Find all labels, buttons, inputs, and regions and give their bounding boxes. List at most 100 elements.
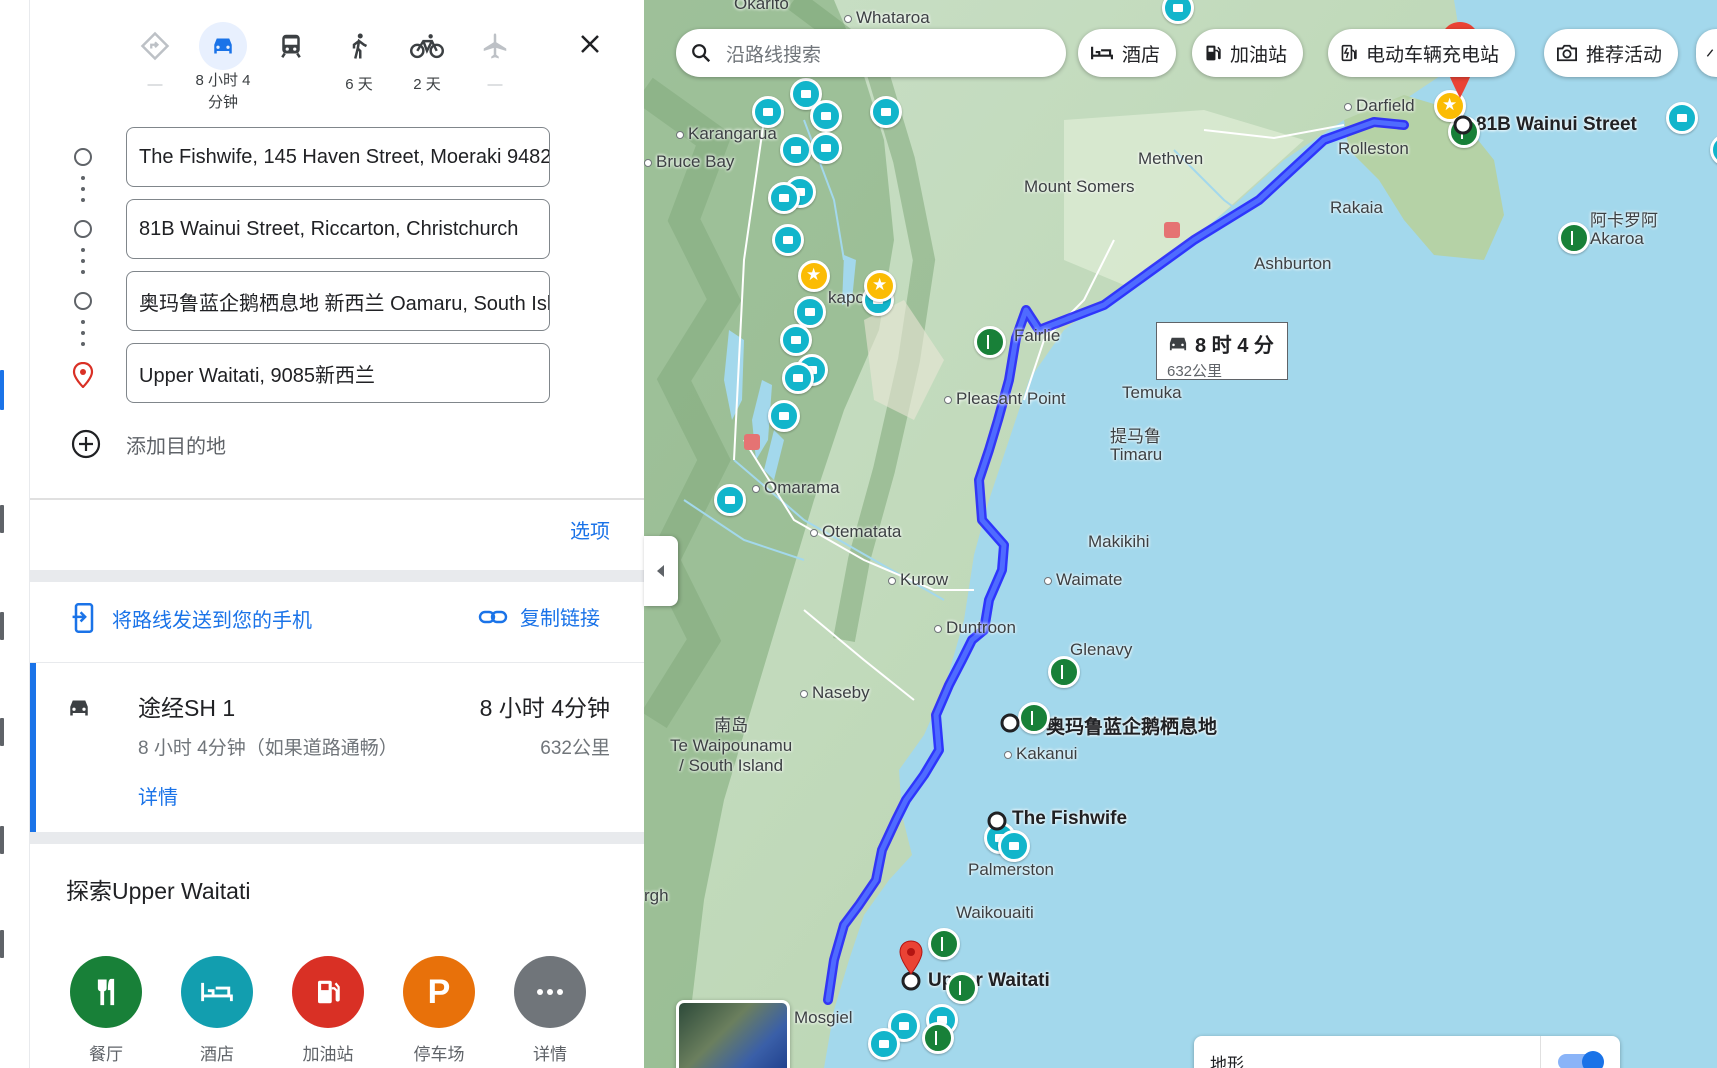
waypoint-input-3[interactable]: 奥玛鲁蓝企鹅栖息地 新西兰 Oamaru, South Island bbox=[126, 271, 550, 331]
place-label: kapo bbox=[828, 288, 865, 307]
map-flag-pin[interactable] bbox=[974, 326, 1006, 358]
map-poi-pin[interactable] bbox=[752, 96, 784, 128]
map-flag-pin[interactable] bbox=[928, 928, 960, 960]
train-icon bbox=[281, 34, 301, 58]
parking-icon: P bbox=[427, 972, 451, 1011]
place-label: Omarama bbox=[752, 478, 840, 498]
map-saved-pin[interactable] bbox=[798, 260, 830, 292]
bike-icon bbox=[410, 34, 444, 59]
destination-input[interactable]: Upper Waitati, 9085新西兰 bbox=[126, 343, 550, 403]
chip-ev-charging[interactable]: 电动车辆充电站 bbox=[1328, 29, 1516, 77]
chip-label: 加油站 bbox=[1230, 44, 1288, 66]
map-poi-pin[interactable] bbox=[768, 400, 800, 432]
map-poi-pin[interactable] bbox=[810, 132, 842, 164]
map-poi-pin[interactable] bbox=[1666, 102, 1698, 134]
category-label: 加油站 bbox=[302, 1045, 354, 1064]
map-flag-pin[interactable] bbox=[946, 972, 978, 1004]
waypoint-input-2[interactable]: 81B Wainui Street, Riccarton, Christchur… bbox=[126, 199, 550, 259]
place-label: Bruce Bay bbox=[644, 152, 734, 172]
rail-mark bbox=[0, 505, 4, 533]
destination-marker-icon bbox=[899, 940, 923, 975]
terrain-divider bbox=[1540, 1036, 1541, 1068]
map-poi-pin[interactable] bbox=[782, 362, 814, 394]
map-saved-pin[interactable] bbox=[864, 270, 896, 302]
waypoint-separator bbox=[81, 248, 85, 281]
explore-hotels-button[interactable]: 酒店 bbox=[177, 956, 257, 1065]
waypoint-dot bbox=[74, 220, 92, 238]
category-label: 酒店 bbox=[200, 1045, 234, 1064]
chip-label: 电动车辆充电站 bbox=[1366, 44, 1500, 66]
map-poi-pin[interactable] bbox=[768, 182, 800, 214]
route-search-box[interactable]: 沿路线搜索 bbox=[676, 29, 1066, 77]
map-flag-pin[interactable] bbox=[1018, 702, 1050, 734]
place-label: Mosgiel bbox=[794, 1008, 853, 1027]
explore-gas-button[interactable]: 加油站 bbox=[288, 956, 368, 1065]
chevron-left-icon bbox=[657, 565, 664, 577]
add-destination-button[interactable]: 添加目的地 bbox=[70, 428, 226, 460]
map-flag-pin[interactable] bbox=[1048, 656, 1080, 688]
place-label: Naseby bbox=[800, 683, 870, 703]
terrain-toggle-card[interactable]: 地形 bbox=[1194, 1036, 1620, 1068]
send-to-phone-icon bbox=[72, 603, 94, 633]
map-poi-pin[interactable] bbox=[998, 830, 1030, 862]
map-poi-pin[interactable] bbox=[780, 324, 812, 356]
restaurant-icon bbox=[97, 978, 115, 1006]
mode-flight[interactable]: — bbox=[460, 22, 530, 96]
place-label: 奥玛鲁蓝企鹅栖息地 bbox=[1046, 717, 1218, 738]
map-flag-pin[interactable] bbox=[1558, 222, 1590, 254]
gas-station-icon bbox=[318, 980, 340, 1004]
explore-more-button[interactable]: 详情 bbox=[510, 956, 590, 1065]
map-flag-pin[interactable] bbox=[922, 1022, 954, 1054]
chip-hotels[interactable]: 酒店 bbox=[1078, 29, 1177, 77]
waypoint-separator bbox=[81, 320, 85, 353]
section-divider bbox=[30, 570, 644, 582]
send-to-phone-button[interactable]: 将路线发送到您的手机 bbox=[70, 602, 312, 634]
collapse-panel-button[interactable] bbox=[644, 536, 678, 606]
place-label: rgh bbox=[644, 886, 669, 905]
map-poi-pin[interactable] bbox=[870, 96, 902, 128]
route-details-link[interactable]: 详情 bbox=[138, 781, 178, 810]
map-poi-pin[interactable] bbox=[794, 296, 826, 328]
mode-walk[interactable]: 6 天 bbox=[324, 22, 394, 96]
category-label: 详情 bbox=[533, 1045, 567, 1064]
place-label: Waimate bbox=[1044, 570, 1122, 590]
chip-gas-stations[interactable]: 加油站 bbox=[1192, 29, 1304, 77]
map-poi-pin[interactable] bbox=[772, 224, 804, 256]
explore-parking-button[interactable]: P 停车场 bbox=[399, 956, 479, 1065]
place-label: Makikihi bbox=[1088, 532, 1150, 551]
chip-activities[interactable]: 推荐活动 bbox=[1544, 29, 1679, 77]
explore-restaurants-button[interactable]: 餐厅 bbox=[66, 956, 146, 1065]
place-label: Whataroa bbox=[844, 8, 930, 28]
route-duration-callout[interactable]: 8 时 4 分 632公里 bbox=[1156, 322, 1288, 380]
map-canvas[interactable]: Okarito Whataroa Karangarua Bruce Bay Da… bbox=[644, 0, 1717, 1068]
layer-thumbnail[interactable] bbox=[676, 1000, 790, 1068]
panel-divider bbox=[30, 498, 644, 500]
rail-active-marker bbox=[0, 370, 4, 410]
map-poi-pin[interactable] bbox=[714, 484, 746, 516]
waypoint-dot bbox=[74, 292, 92, 310]
chip-label: 推荐活动 bbox=[1586, 44, 1663, 66]
place-label: Kurow bbox=[888, 570, 948, 590]
gas-station-icon bbox=[1206, 45, 1221, 61]
mode-drive[interactable]: 8 小时 4 分钟 bbox=[188, 22, 258, 114]
route-name: 途经SH 1 bbox=[138, 695, 236, 721]
place-label: Darfield bbox=[1344, 96, 1415, 116]
close-directions-button[interactable] bbox=[570, 24, 610, 64]
rail-mark bbox=[0, 612, 4, 640]
options-link[interactable]: 选项 bbox=[570, 515, 610, 544]
map-poi-pin[interactable] bbox=[780, 134, 812, 166]
mode-transit[interactable] bbox=[256, 22, 326, 74]
waypoint-input-1[interactable]: The Fishwife, 145 Haven Street, Moeraki … bbox=[126, 127, 550, 187]
map-poi-pin[interactable] bbox=[810, 100, 842, 132]
terrain-switch[interactable] bbox=[1558, 1051, 1604, 1068]
place-label: Okarito bbox=[734, 0, 789, 13]
route-option-card[interactable]: 途经SH 1 8 小时 4分钟 8 小时 4分钟（如果道路通畅） 632公里 详… bbox=[30, 662, 644, 833]
copy-link-button[interactable]: 复制链接 bbox=[478, 602, 600, 631]
category-label: 餐厅 bbox=[89, 1045, 123, 1064]
map-poi-pin[interactable] bbox=[868, 1028, 900, 1060]
link-icon bbox=[478, 610, 508, 623]
mode-best[interactable]: — bbox=[120, 22, 190, 96]
mode-bike[interactable]: 2 天 bbox=[392, 22, 462, 96]
waypoint-marker bbox=[1000, 713, 1020, 733]
car-icon bbox=[70, 700, 88, 716]
